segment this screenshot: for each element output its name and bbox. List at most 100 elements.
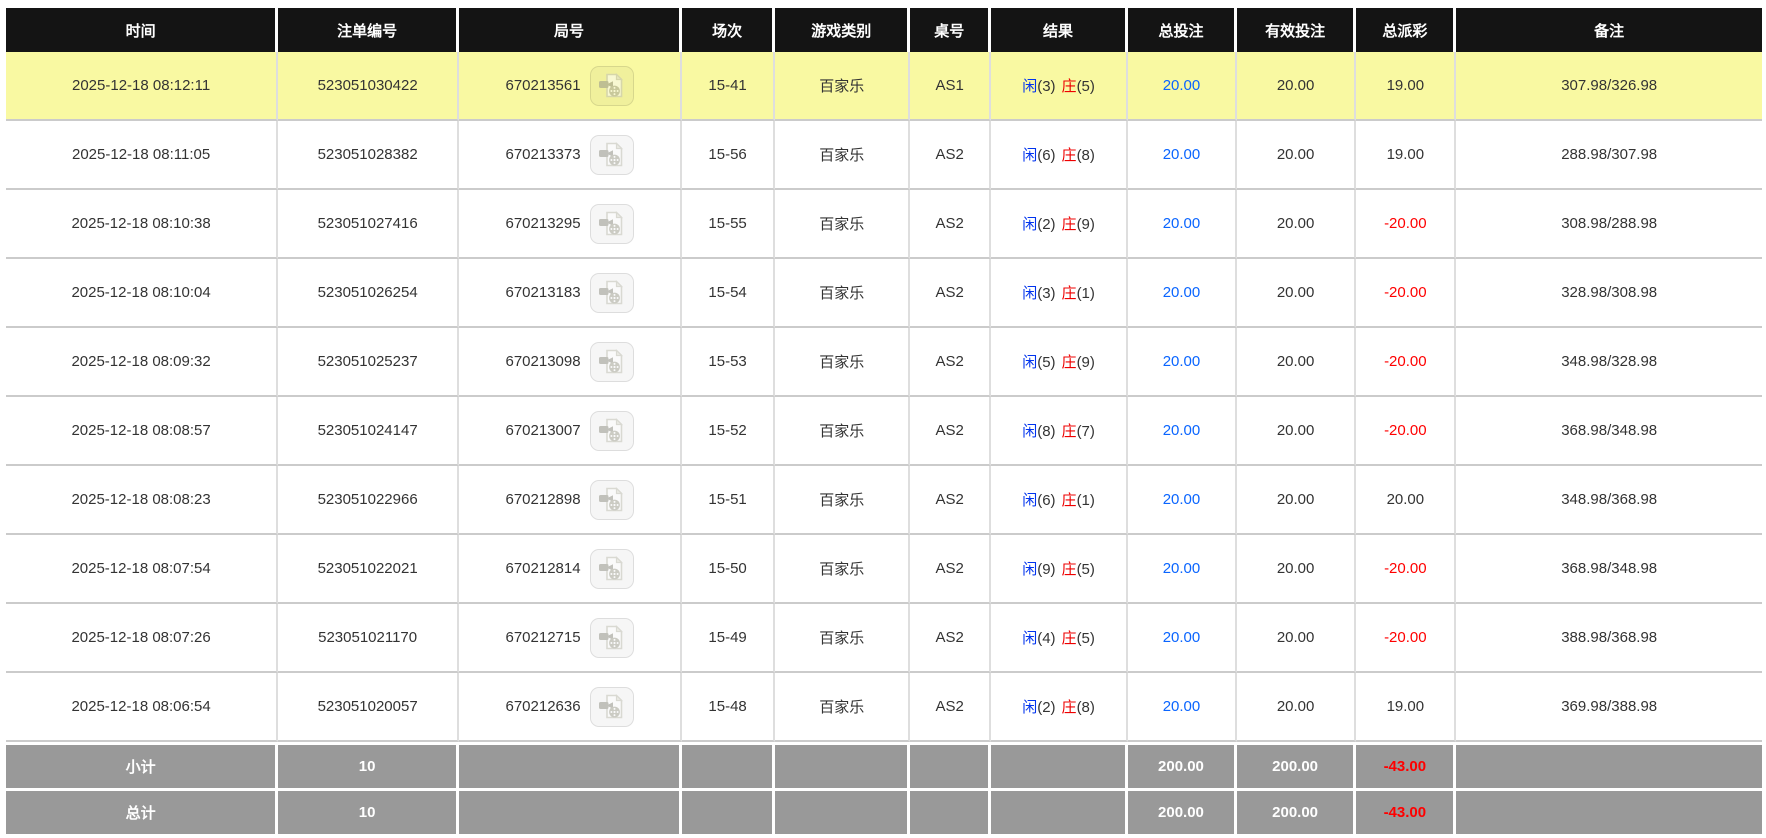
banker-label: 庄 xyxy=(1061,492,1077,509)
cell-empty-remark xyxy=(1456,788,1762,834)
cell-bet-id: 523051025237 xyxy=(278,328,460,397)
banker-label: 庄 xyxy=(1061,78,1077,95)
video-replay-icon xyxy=(598,210,625,237)
round-id-group: 670212814 xyxy=(463,535,676,602)
cell-game-type: 百家乐 xyxy=(775,535,911,604)
table-footer: 小计 10 200.00 200.00 -43.00 总计 10 200.00 200.00 -4… xyxy=(6,742,1762,834)
cell-result: 闲(3) 庄(5) xyxy=(991,52,1129,121)
cell-session: 15-41 xyxy=(682,52,776,121)
cell-payout: -20.00 xyxy=(1356,259,1457,328)
video-replay-button[interactable] xyxy=(589,65,634,106)
round-id-value: 670213373 xyxy=(505,146,581,163)
banker-label: 庄 xyxy=(1061,423,1077,440)
banker-score: (5) xyxy=(1076,630,1095,647)
cell-table-id: AS2 xyxy=(910,604,992,673)
cell-remark: 288.98/307.98 xyxy=(1456,121,1762,190)
cell-empty-round xyxy=(459,742,683,788)
banker-score: (9) xyxy=(1076,354,1095,371)
round-id-group: 670212898 xyxy=(463,466,676,533)
player-label: 闲 xyxy=(1022,354,1038,371)
table-row: 2025-12-18 08:09:32 523051025237 670213098… xyxy=(6,328,1762,397)
banker-label: 庄 xyxy=(1061,630,1077,647)
round-id-group: 670213561 xyxy=(463,52,676,119)
round-id-group: 670212715 xyxy=(463,604,676,671)
cell-empty-table xyxy=(910,742,992,788)
round-id-group: 670213373 xyxy=(463,121,676,188)
cell-empty-game xyxy=(775,788,911,834)
cell-table-id: AS2 xyxy=(910,673,992,742)
subtotal-row: 小计 10 200.00 200.00 -43.00 xyxy=(6,742,1762,788)
video-replay-icon xyxy=(598,693,625,720)
video-replay-icon xyxy=(598,486,625,513)
cell-bet-id: 523051028382 xyxy=(278,121,460,190)
cell-game-type: 百家乐 xyxy=(775,52,911,121)
video-replay-button[interactable] xyxy=(589,479,634,520)
cell-total-bet: 20.00 xyxy=(1128,466,1237,535)
cell-time: 2025-12-18 08:10:04 xyxy=(6,259,279,328)
cell-payout: 19.00 xyxy=(1356,121,1457,190)
video-replay-button[interactable] xyxy=(589,272,634,313)
column-header-bet_id: 注单编号 xyxy=(278,8,460,52)
banker-label: 庄 xyxy=(1061,147,1077,164)
column-header-payout: 总派彩 xyxy=(1356,8,1457,52)
player-score: (6) xyxy=(1037,147,1056,164)
cell-valid-bet: 20.00 xyxy=(1236,328,1357,397)
banker-score: (5) xyxy=(1076,561,1095,578)
table-row: 2025-12-18 08:08:57 523051024147 670213007… xyxy=(6,397,1762,466)
cell-payout: -20.00 xyxy=(1356,190,1457,259)
cell-bet-id: 523051020057 xyxy=(278,673,460,742)
player-label: 闲 xyxy=(1022,699,1038,716)
column-header-round_id: 局号 xyxy=(459,8,683,52)
cell-round-id: 670213561 xyxy=(459,52,683,121)
video-replay-button[interactable] xyxy=(589,548,634,589)
banker-score: (9) xyxy=(1076,216,1095,233)
cell-total-bet: 20.00 xyxy=(1128,52,1237,121)
cell-round-id: 670212814 xyxy=(459,535,683,604)
cell-empty-session xyxy=(682,788,776,834)
cell-valid-bet: 20.00 xyxy=(1236,535,1357,604)
player-label: 闲 xyxy=(1022,285,1038,302)
cell-game-type: 百家乐 xyxy=(775,397,911,466)
cell-total-bet: 20.00 xyxy=(1128,259,1237,328)
banker-label: 庄 xyxy=(1061,561,1077,578)
player-score: (3) xyxy=(1037,78,1056,95)
cell-payout: 19.00 xyxy=(1356,673,1457,742)
cell-session: 15-55 xyxy=(682,190,776,259)
cell-empty-game xyxy=(775,742,911,788)
round-id-value: 670213098 xyxy=(505,353,581,370)
video-replay-button[interactable] xyxy=(589,686,634,727)
video-replay-button[interactable] xyxy=(589,134,634,175)
player-label: 闲 xyxy=(1022,630,1038,647)
cell-time: 2025-12-18 08:08:23 xyxy=(6,466,279,535)
cell-valid-bet: 20.00 xyxy=(1236,397,1357,466)
table-row: 2025-12-18 08:10:04 523051026254 670213183… xyxy=(6,259,1762,328)
subtotal-label: 小计 xyxy=(6,742,279,788)
video-replay-icon xyxy=(598,624,625,651)
column-header-result: 结果 xyxy=(991,8,1129,52)
cell-table-id: AS2 xyxy=(910,190,992,259)
cell-round-id: 670213098 xyxy=(459,328,683,397)
cell-round-id: 670213373 xyxy=(459,121,683,190)
subtotal-total-bet: 200.00 xyxy=(1128,742,1237,788)
cell-time: 2025-12-18 08:11:05 xyxy=(6,121,279,190)
player-score: (9) xyxy=(1037,561,1056,578)
banker-label: 庄 xyxy=(1061,354,1077,371)
cell-payout: -20.00 xyxy=(1356,397,1457,466)
player-score: (2) xyxy=(1037,699,1056,716)
cell-total-bet: 20.00 xyxy=(1128,535,1237,604)
cell-result: 闲(5) 庄(9) xyxy=(991,328,1129,397)
video-replay-button[interactable] xyxy=(589,410,634,451)
cell-remark: 328.98/308.98 xyxy=(1456,259,1762,328)
video-replay-button[interactable] xyxy=(589,617,634,658)
banker-score: (8) xyxy=(1076,147,1095,164)
column-header-table_id: 桌号 xyxy=(910,8,992,52)
cell-result: 闲(2) 庄(9) xyxy=(991,190,1129,259)
player-label: 闲 xyxy=(1022,561,1038,578)
cell-table-id: AS1 xyxy=(910,52,992,121)
cell-total-bet: 20.00 xyxy=(1128,673,1237,742)
cell-time: 2025-12-18 08:12:11 xyxy=(6,52,279,121)
cell-result: 闲(6) 庄(1) xyxy=(991,466,1129,535)
video-replay-button[interactable] xyxy=(589,341,634,382)
video-replay-button[interactable] xyxy=(589,203,634,244)
player-label: 闲 xyxy=(1022,492,1038,509)
